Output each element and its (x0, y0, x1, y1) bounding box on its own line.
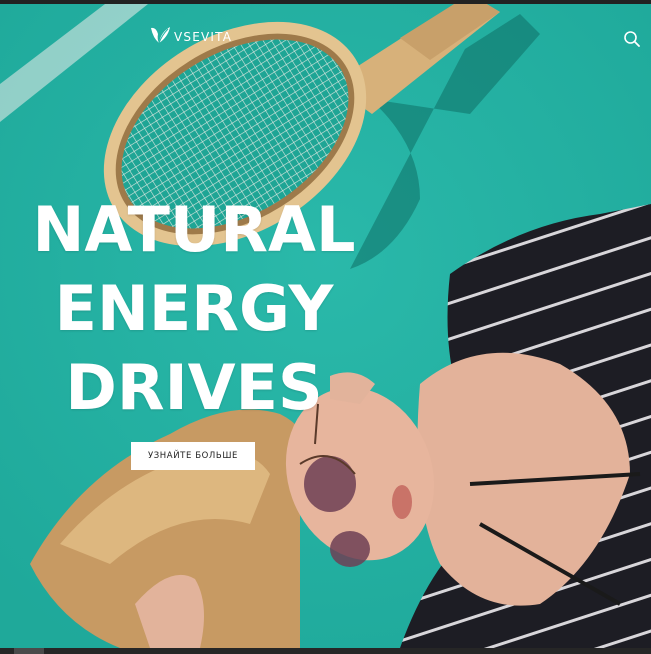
headline-line-3: DRIVES (65, 351, 323, 424)
hero-headline: NATURAL ENERGY DRIVES (0, 190, 388, 427)
page: VSEVITA NATURAL ENERGY DRIVES УЗНАЙТЕ БО… (0, 0, 651, 654)
logo-text: VSEVITA (174, 30, 233, 44)
headline-line-1: NATURAL (32, 193, 356, 266)
headline-line-2: ENERGY (54, 272, 334, 345)
sunglasses-right (330, 531, 370, 567)
learn-more-button[interactable]: УЗНАЙТЕ БОЛЬШЕ (131, 442, 255, 470)
scroll-thumb[interactable] (14, 648, 44, 654)
hero-banner: VSEVITA NATURAL ENERGY DRIVES УЗНАЙТЕ БО… (0, 4, 651, 648)
leaf-icon (151, 27, 170, 44)
window-top-border (0, 0, 651, 4)
logo[interactable]: VSEVITA (148, 22, 232, 46)
sunglasses-left (304, 456, 356, 512)
search-icon[interactable] (622, 29, 642, 49)
lips (392, 485, 412, 519)
window-bottom-border (0, 648, 651, 654)
